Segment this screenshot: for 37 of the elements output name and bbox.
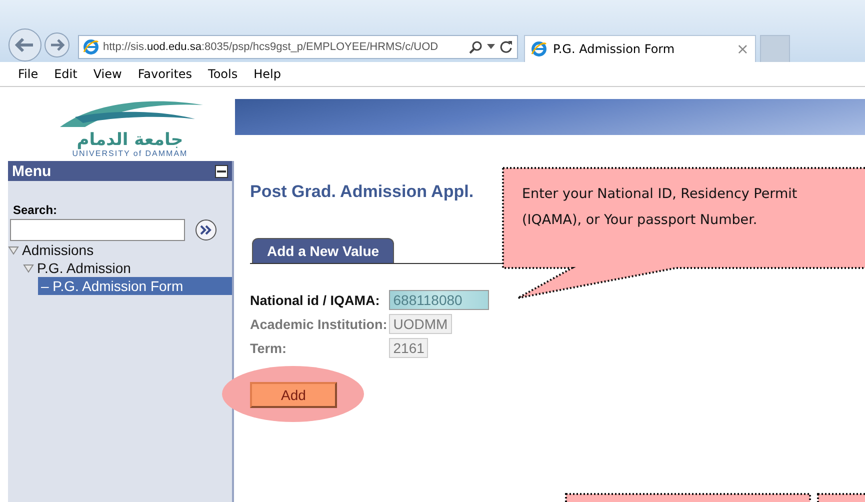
menu-item[interactable]: Favorites [130, 67, 200, 81]
back-icon[interactable] [8, 28, 42, 62]
callout-text: Enter your National ID, Residency Permit (IQAMA), or Your passport Number. [522, 185, 798, 230]
collapse-icon[interactable] [215, 164, 228, 178]
go-arrows-icon[interactable] [195, 219, 217, 241]
search-label: Search: [13, 203, 58, 217]
menu-item[interactable]: File [10, 67, 46, 81]
browser-logo-icon [83, 39, 99, 55]
forward-icon[interactable] [44, 32, 70, 58]
search-field[interactable] [10, 219, 185, 241]
menu-title: Menu [12, 162, 52, 180]
dropdown-icon[interactable] [487, 44, 495, 50]
address-url: http://sis.uod.edu.sa:8035/psp/hcs9gst_p/EMPLOYEE/HRMS/c/UOD [103, 41, 440, 53]
tree-label[interactable]: P.G. Admission [37, 260, 131, 276]
page-title: Post Grad. Admission Appl. [250, 182, 474, 202]
logo-english-text: UNIVERSITY of DAMMAM [72, 149, 188, 158]
tree-label[interactable]: Admissions [22, 242, 94, 258]
callout-box [817, 493, 865, 502]
refresh-icon[interactable] [499, 40, 513, 54]
logo-arabic-text: جامعة الدمام [76, 131, 184, 149]
tree-item[interactable]: – P.G. Admission Form [38, 277, 232, 295]
menu-item[interactable]: View [85, 67, 130, 81]
search-icon[interactable] [469, 40, 483, 54]
menu-item[interactable]: Edit [46, 67, 86, 81]
close-tab-button[interactable]: × [736, 40, 749, 58]
browser-tab[interactable]: P.G. Admission Form × [524, 35, 756, 62]
menu-item[interactable]: Help [246, 67, 289, 81]
field-label: National id / IQAMA: [250, 292, 381, 308]
field-label: Term: [250, 340, 288, 356]
collapse-triangle-icon[interactable] [8, 246, 19, 254]
browser-logo-icon [531, 41, 547, 57]
field-label: Academic Institution: [250, 316, 388, 332]
add-button[interactable]: Add [250, 382, 337, 408]
tab[interactable]: Add a New Value [252, 238, 394, 263]
collapse-triangle-icon[interactable] [23, 264, 34, 272]
menu-item[interactable]: Tools [200, 67, 246, 81]
address-bar[interactable]: http://sis.uod.edu.sa:8035/psp/hcs9gst_p/EMPLOYEE/HRMS/c/UOD [78, 35, 518, 59]
